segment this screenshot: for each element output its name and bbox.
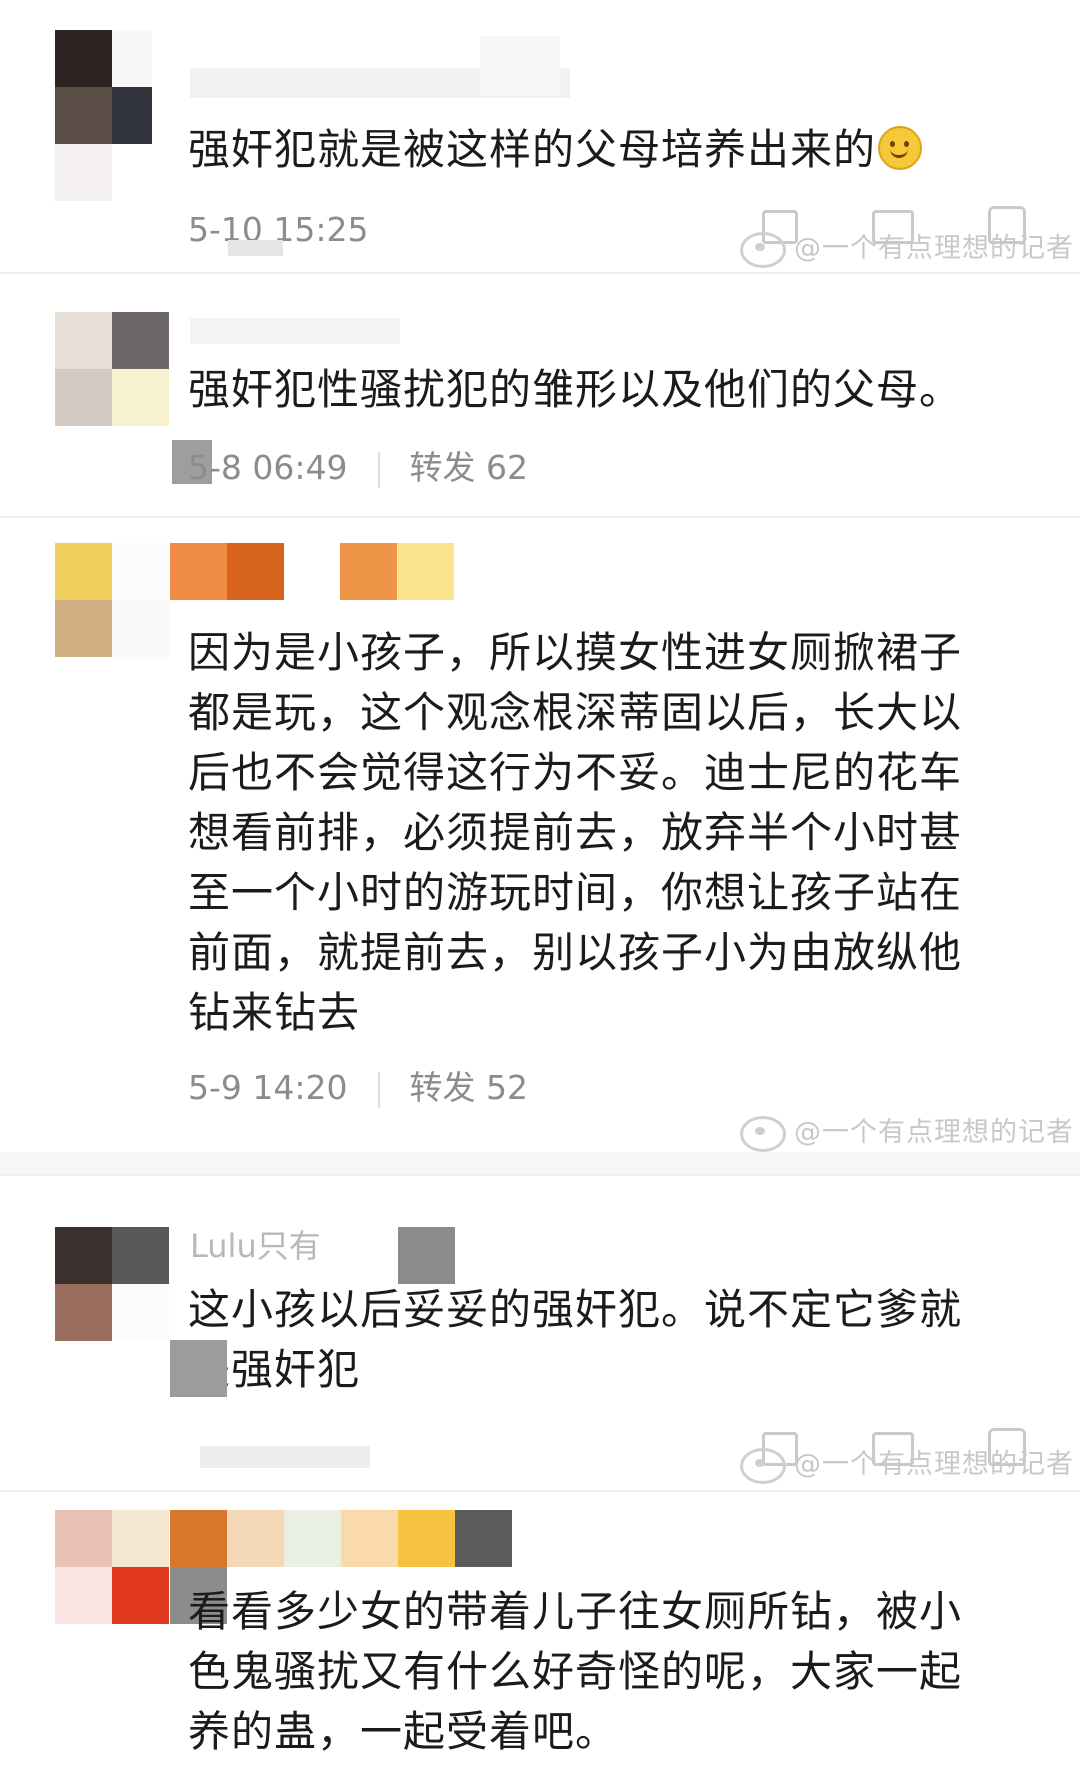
weibo-logo-icon bbox=[740, 231, 786, 268]
comment-text: 这小孩以后妥妥的强奸犯。说不定它爹就 是强奸犯 bbox=[188, 1285, 963, 1394]
comment-text: 因为是小孩子，所以摸女性进女厕掀裙子 都是玩，这个观念根深蒂固以后，长大以 后也… bbox=[188, 628, 963, 1037]
comment-time: 5-8 06:49 bbox=[188, 448, 348, 487]
comment-time-obscured bbox=[200, 1446, 370, 1468]
comment-text: 看看多少女的带着儿子往女厕所钻，被小 色鬼骚扰又有什么好奇怪的呢，大家一起 养的… bbox=[188, 1587, 963, 1756]
divider bbox=[0, 272, 1080, 274]
section-gap bbox=[0, 1152, 1080, 1174]
repost-count: 52 bbox=[486, 1068, 528, 1107]
repost-label[interactable]: 转发 bbox=[410, 1068, 476, 1107]
weibo-logo-icon bbox=[740, 1447, 786, 1484]
repost-label[interactable]: 转发 bbox=[410, 448, 476, 487]
redaction-block bbox=[398, 1227, 455, 1284]
comment-meta: 5-8 06:49 转发 62 bbox=[188, 448, 528, 488]
redaction-block bbox=[170, 1340, 227, 1397]
divider bbox=[0, 1490, 1080, 1492]
comment-meta: 5-9 14:20 转发 52 bbox=[188, 1068, 528, 1108]
meta-separator bbox=[377, 451, 380, 488]
watermark: @一个有点理想的记者 bbox=[740, 226, 1074, 268]
username-partial[interactable]: Lulu只有 bbox=[190, 1226, 321, 1266]
meta-separator bbox=[377, 1071, 380, 1108]
redaction-block bbox=[228, 240, 283, 256]
divider bbox=[0, 516, 1080, 518]
watermark: @一个有点理想的记者 bbox=[740, 1442, 1074, 1484]
divider bbox=[0, 1174, 1080, 1176]
comment-text: 强奸犯就是被这样的父母培养出来的 bbox=[188, 120, 1018, 180]
comment-text: 强奸犯性骚扰犯的雏形以及他们的父母。 bbox=[188, 365, 963, 414]
weibo-logo-icon bbox=[740, 1115, 786, 1152]
smiley-emoji-icon bbox=[878, 126, 923, 170]
watermark: @一个有点理想的记者 bbox=[740, 1110, 1074, 1152]
username-pixelated[interactable] bbox=[190, 318, 400, 344]
comment-time: 5-9 14:20 bbox=[188, 1068, 348, 1107]
repost-count: 62 bbox=[486, 448, 528, 487]
